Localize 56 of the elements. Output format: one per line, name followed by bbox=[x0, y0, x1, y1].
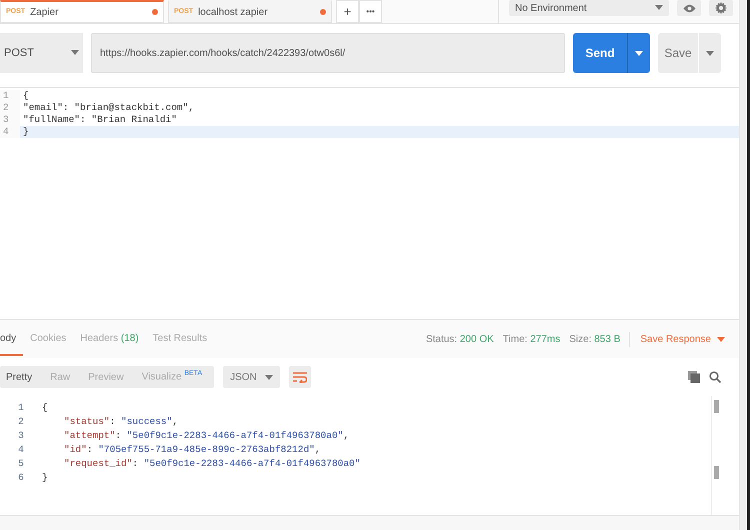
status-stat: Size: 853 B bbox=[569, 332, 620, 346]
caret-icon bbox=[655, 5, 663, 10]
line-number: 3 bbox=[0, 114, 20, 126]
response-tab[interactable]: Test Results bbox=[146, 322, 214, 356]
tab-title: Zapier bbox=[30, 6, 58, 20]
caret-icon bbox=[635, 50, 643, 56]
wrap-lines-button[interactable] bbox=[289, 366, 312, 388]
response-tab[interactable]: Headers (18) bbox=[73, 322, 146, 356]
status-stat: Status: 200 OK bbox=[426, 332, 494, 346]
search-icon[interactable] bbox=[709, 371, 721, 383]
wrap-icon bbox=[293, 372, 308, 382]
new-tab-button[interactable]: + bbox=[336, 0, 359, 23]
code-line: "email": "brian@stackbit.com", bbox=[22, 102, 194, 114]
code-line: } bbox=[42, 471, 48, 485]
code-line: { bbox=[42, 401, 48, 415]
environment-dropdown[interactable]: No Environment bbox=[509, 0, 669, 16]
status-stat: Time: 277ms bbox=[502, 332, 560, 346]
scrollbar-thumb[interactable] bbox=[714, 466, 719, 479]
save-response-button[interactable]: Save Response bbox=[629, 332, 725, 346]
line-number: 5 bbox=[17, 457, 25, 471]
send-button[interactable]: Send bbox=[573, 33, 650, 73]
code-line: "status": "success", bbox=[63, 415, 178, 429]
code-line: "attempt": "5e0f9c1e-2283-4466-a7f4-01f4963780a0", bbox=[63, 429, 350, 443]
copy-icon[interactable] bbox=[688, 371, 700, 383]
code-line: "id": "705ef755-71a9-485e-899c-2763abf8212d", bbox=[63, 443, 321, 457]
view-mode-tab[interactable]: Visualize $^{BETA}$ bbox=[136, 366, 214, 388]
eye-button[interactable] bbox=[677, 0, 701, 16]
response-tab[interactable]: Cookies bbox=[23, 322, 74, 356]
format-dropdown[interactable]: JSON bbox=[223, 366, 280, 388]
caret-icon bbox=[706, 50, 714, 56]
more-button[interactable]: ••• bbox=[359, 0, 382, 23]
line-number: 4 bbox=[17, 443, 25, 457]
line-number: 6 bbox=[17, 471, 25, 485]
line-number: 1 bbox=[17, 401, 25, 415]
line-number: 3 bbox=[17, 429, 25, 443]
line-number: 1 bbox=[0, 90, 20, 102]
caret-icon bbox=[71, 50, 79, 56]
line-number: 2 bbox=[17, 415, 25, 429]
view-mode-tab[interactable]: Pretty bbox=[0, 366, 44, 388]
scrollbar-thumb[interactable] bbox=[714, 400, 719, 413]
code-line: } bbox=[22, 126, 29, 138]
caret-icon bbox=[717, 336, 725, 342]
url-field[interactable]: https://hooks.zapier.com/hooks/catch/2422393/otw0s6l/ bbox=[91, 33, 565, 73]
tab-title: localhost zapier bbox=[198, 6, 268, 20]
save-button[interactable]: Save bbox=[658, 33, 721, 73]
code-line: "fullName": "Brian Rinaldi" bbox=[22, 114, 177, 126]
eye-icon bbox=[682, 4, 696, 12]
settings-button[interactable] bbox=[709, 0, 733, 16]
line-number: 2 bbox=[0, 102, 20, 114]
settings-icon bbox=[715, 2, 727, 14]
caret-icon bbox=[265, 374, 274, 380]
code-line: "request_id": "5e0f9c1e-2283-4466-a7f4-01f4963780a0" bbox=[63, 457, 360, 471]
line-number: 4 bbox=[0, 126, 20, 138]
method-dropdown[interactable]: POST bbox=[0, 33, 83, 73]
response-tab[interactable]: ody bbox=[0, 322, 24, 356]
code-line: { bbox=[22, 90, 29, 102]
